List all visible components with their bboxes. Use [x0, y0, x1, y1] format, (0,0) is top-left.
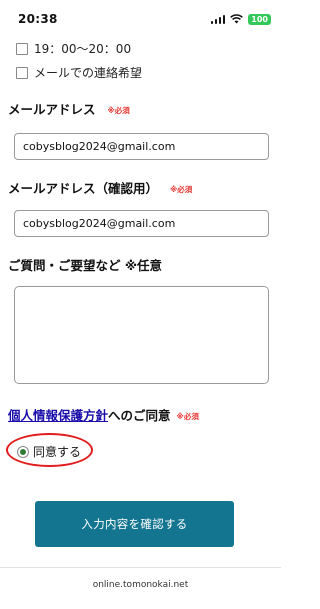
- privacy-consent-label: 個人情報保護方針へのご同意 ※必須: [8, 405, 199, 424]
- email-field[interactable]: cobysblog2024@gmail.com: [14, 133, 269, 160]
- signal-icon: [210, 14, 226, 24]
- confirm-input-button[interactable]: 入力内容を確認する: [35, 501, 234, 547]
- email-confirm-field[interactable]: cobysblog2024@gmail.com: [14, 210, 269, 237]
- inquiry-textarea[interactable]: [14, 286, 269, 384]
- footer-divider: [0, 567, 281, 568]
- required-badge: ※必須: [107, 106, 130, 115]
- email-label: メールアドレス ※必須: [8, 99, 130, 118]
- battery-indicator: 100: [248, 13, 271, 25]
- time-option-label: 19：00〜20：00: [34, 42, 132, 56]
- email-contact-label: メールでの連絡希望: [34, 66, 143, 80]
- domain-url: online.tomonokai.net: [92, 580, 189, 590]
- required-badge: ※必須: [170, 185, 193, 194]
- time-option-19-20[interactable]: 19：00〜20：00: [16, 40, 131, 57]
- email-contact-option[interactable]: メールでの連絡希望: [16, 64, 142, 81]
- radio-button[interactable]: [17, 445, 29, 458]
- radio-selected-dot: [20, 448, 26, 455]
- status-bar: 20:38 100: [0, 0, 281, 34]
- email-label-text: メールアドレス: [8, 102, 96, 117]
- inquiry-label: ご質問・ご要望など ※任意: [8, 258, 163, 273]
- email-confirm-label-text: メールアドレス（確認用）: [8, 181, 159, 196]
- checkbox[interactable]: [16, 66, 28, 79]
- required-badge: ※必須: [176, 412, 199, 421]
- agree-radio-option[interactable]: 同意する: [17, 443, 81, 460]
- status-time: 20:38: [18, 12, 58, 26]
- email-confirm-label: メールアドレス（確認用） ※必須: [8, 178, 192, 197]
- agree-label: 同意する: [33, 445, 82, 459]
- privacy-policy-link[interactable]: 個人情報保護方針: [8, 408, 108, 423]
- privacy-consent-suffix: へのご同意: [108, 408, 171, 423]
- status-icons: 100: [210, 13, 271, 25]
- wifi-icon: [230, 14, 244, 24]
- checkbox[interactable]: [16, 42, 28, 55]
